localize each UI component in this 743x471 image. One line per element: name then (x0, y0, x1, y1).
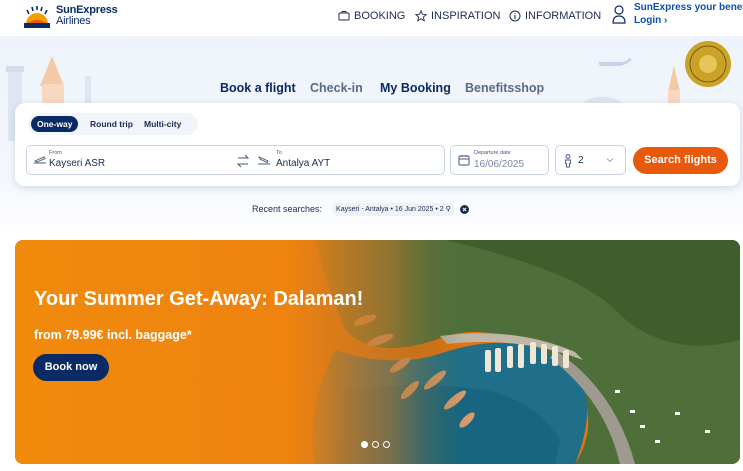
passenger-icon (565, 154, 571, 168)
carousel-dot-1[interactable] (361, 441, 368, 448)
info-icon (509, 10, 521, 22)
benefits-label: SunExpress your benefits (634, 2, 743, 13)
tab-benefitsshop[interactable]: Benefitsshop (465, 81, 544, 95)
plane-landing-icon (258, 156, 270, 165)
departure-date-field[interactable]: Departure date 16/06/2025 (450, 145, 549, 175)
trip-type-round-trip[interactable]: Round trip (84, 116, 139, 132)
sunexpress-logo[interactable]: SunExpress Airlines (24, 2, 124, 32)
login-link[interactable]: Login › (634, 15, 667, 26)
brand-subname: Airlines (56, 15, 91, 27)
passenger-select[interactable]: 2 (555, 145, 626, 175)
chevron-right-icon: › (664, 15, 668, 26)
nav-booking[interactable]: BOOKING (338, 10, 405, 22)
account-menu[interactable]: SunExpress your benefits Login › (612, 2, 743, 30)
banner-title: Your Summer Get-Away: Dalaman! (34, 288, 364, 310)
book-now-button[interactable]: Book now (33, 354, 109, 381)
passenger-count: 2 (578, 155, 584, 166)
route-field: From Kayseri ASR To Antalya AYT (26, 145, 445, 175)
star-icon (415, 10, 427, 22)
date-value: 16/06/2025 (474, 159, 525, 170)
nav-inspiration-label: INSPIRATION (431, 10, 501, 22)
close-icon[interactable] (459, 204, 469, 214)
nav-information[interactable]: INFORMATION (509, 10, 601, 22)
tab-check-in[interactable]: Check-in (310, 81, 363, 95)
recent-searches: Recent searches: Kayseri - Antalya • 16 … (252, 202, 469, 216)
banner-subtitle: from 79.99€ incl. baggage* (34, 328, 192, 342)
carousel-dot-3[interactable] (383, 441, 390, 448)
recent-search-item[interactable]: Kayseri - Antalya • 16 Jun 2025 • 2 ⚲ (332, 202, 455, 216)
trip-type-toggle: One-way Round trip Multi-city (28, 113, 198, 135)
trip-type-multi-city[interactable]: Multi-city (138, 116, 187, 132)
passenger-mini-icon: ⚲ (445, 205, 451, 213)
nav-information-label: INFORMATION (525, 10, 602, 22)
to-label: To (276, 150, 282, 156)
briefcase-icon (338, 11, 350, 21)
flight-search-card: One-way Round trip Multi-city From Kayse… (15, 103, 740, 186)
booking-tabs: Book a flight Check-in My Booking Benefi… (0, 81, 743, 97)
from-input[interactable]: Kayseri ASR (49, 158, 105, 169)
tab-my-booking[interactable]: My Booking (380, 81, 451, 95)
sun-logo-icon (24, 6, 50, 28)
carousel-dots (361, 441, 390, 448)
nav-booking-label: BOOKING (354, 10, 406, 22)
search-flights-button[interactable]: Search flights (633, 147, 728, 174)
plane-takeoff-icon (33, 156, 46, 164)
trip-type-one-way[interactable]: One-way (31, 116, 79, 132)
from-label: From (49, 150, 62, 156)
swap-icon[interactable] (235, 153, 251, 169)
nav-inspiration[interactable]: INSPIRATION (415, 10, 500, 22)
date-label: Departure date (474, 150, 511, 156)
header: SunExpress Airlines BOOKING INSPIRATION … (0, 0, 743, 36)
recent-searches-label: Recent searches: (252, 204, 323, 214)
tab-book-a-flight[interactable]: Book a flight (220, 81, 296, 95)
to-input[interactable]: Antalya AYT (276, 158, 330, 169)
calendar-icon (458, 155, 470, 166)
person-icon (612, 5, 626, 24)
carousel-dot-2[interactable] (372, 441, 379, 448)
coastline-photo (15, 240, 740, 464)
promo-banner[interactable]: Your Summer Get-Away: Dalaman! from 79.9… (15, 240, 740, 464)
chevron-down-icon (606, 158, 614, 163)
